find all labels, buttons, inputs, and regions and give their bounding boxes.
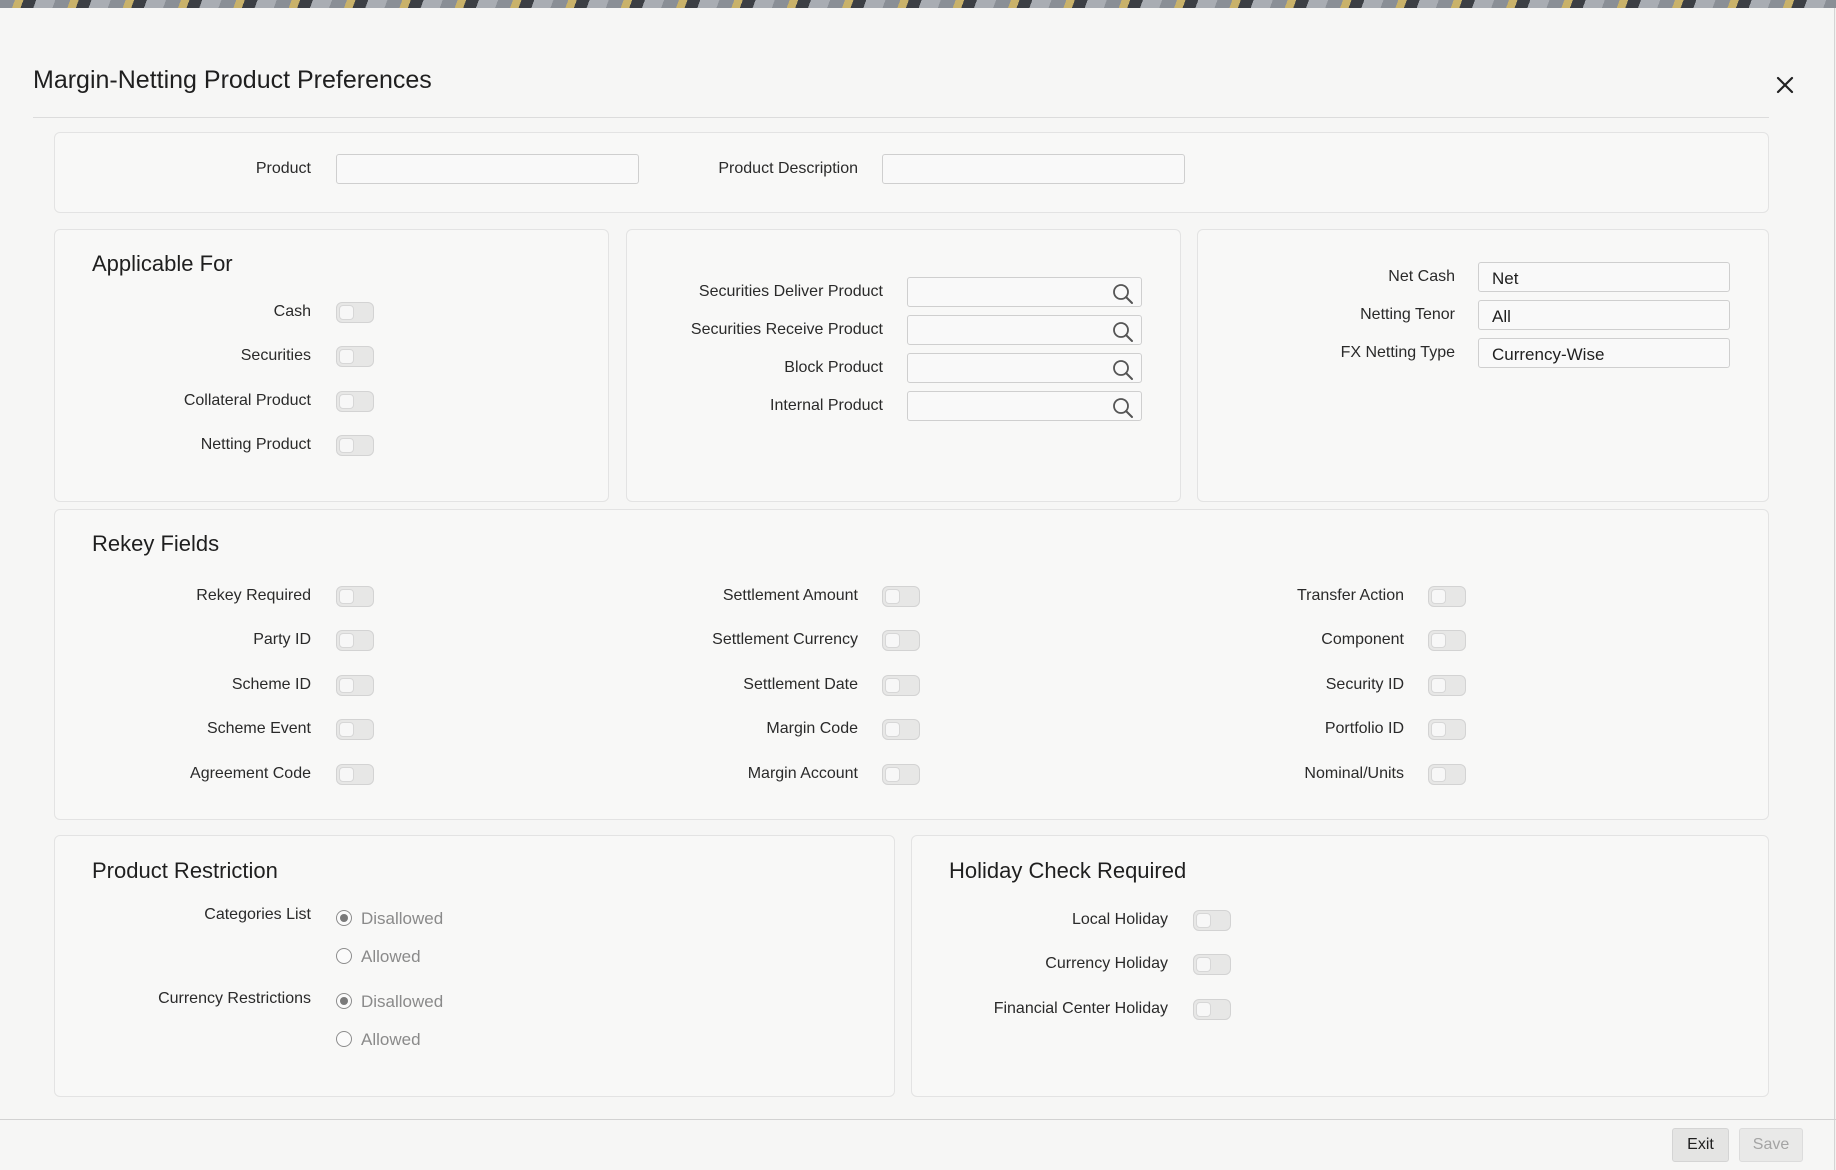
internal-product-input[interactable]: [907, 391, 1142, 421]
cash-label: Cash: [273, 303, 311, 320]
header-banner: [0, 0, 1836, 8]
currency-disallowed-radio[interactable]: [336, 993, 352, 1009]
fx-netting-type-select[interactable]: Currency-Wise: [1478, 338, 1730, 368]
fx-netting-type-label: FX Netting Type: [1340, 344, 1455, 361]
collateral-product-label: Collateral Product: [183, 392, 311, 409]
product-label: Product: [255, 160, 311, 177]
net-cash-label: Net Cash: [1388, 268, 1455, 285]
exit-button[interactable]: Exit: [1672, 1128, 1729, 1162]
transfer-action-toggle[interactable]: [1428, 586, 1466, 607]
scheme-event-toggle[interactable]: [336, 719, 374, 740]
netting-product-label: Netting Product: [200, 436, 311, 453]
rekey-required-toggle[interactable]: [336, 586, 374, 607]
applicable-for-title: Applicable For: [92, 251, 233, 276]
cash-toggle[interactable]: [336, 302, 374, 323]
categories-allowed-label: Allowed: [361, 947, 421, 966]
currency-holiday-toggle[interactable]: [1193, 954, 1231, 975]
component-toggle[interactable]: [1428, 630, 1466, 651]
title-divider: [33, 117, 1769, 118]
party-id-label: Party ID: [253, 631, 311, 648]
internal-product-label: Internal Product: [770, 397, 883, 414]
securities-deliver-product-input[interactable]: [907, 277, 1142, 307]
margin-code-toggle[interactable]: [882, 719, 920, 740]
footer-divider: [0, 1119, 1836, 1120]
product-restriction-title: Product Restriction: [92, 858, 278, 883]
transfer-action-label: Transfer Action: [1296, 587, 1404, 604]
net-cash-select[interactable]: Net: [1478, 262, 1730, 292]
financial-center-holiday-toggle[interactable]: [1193, 999, 1231, 1020]
block-product-input[interactable]: [907, 353, 1142, 383]
dialog-title: Margin-Netting Product Preferences: [33, 66, 432, 94]
netting-tenor-select[interactable]: All: [1478, 300, 1730, 330]
security-id-toggle[interactable]: [1428, 675, 1466, 696]
agreement-code-toggle[interactable]: [336, 764, 374, 785]
securities-receive-product-label: Securities Receive Product: [690, 321, 883, 338]
block-product-label: Block Product: [784, 359, 883, 376]
currency-disallowed-label: Disallowed: [361, 992, 444, 1011]
scheme-id-toggle[interactable]: [336, 675, 374, 696]
securities-receive-product-input[interactable]: [907, 315, 1142, 345]
categories-disallowed-label: Disallowed: [361, 909, 444, 928]
holiday-check-title: Holiday Check Required: [949, 858, 1187, 883]
nominal-units-label: Nominal/Units: [1304, 765, 1404, 782]
securities-label: Securities: [240, 347, 311, 364]
party-id-toggle[interactable]: [336, 630, 374, 651]
component-label: Component: [1321, 631, 1404, 648]
search-icon[interactable]: [1111, 282, 1135, 306]
netting-product-toggle[interactable]: [336, 435, 374, 456]
margin-account-label: Margin Account: [747, 765, 858, 782]
scheme-id-label: Scheme ID: [231, 676, 311, 693]
currency-allowed-radio[interactable]: [336, 1031, 352, 1047]
search-icon[interactable]: [1111, 358, 1135, 382]
product-description-label: Product Description: [718, 160, 858, 177]
rekey-fields-title: Rekey Fields: [92, 531, 220, 556]
financial-center-holiday-label: Financial Center Holiday: [993, 1000, 1168, 1017]
currency-allowed-label: Allowed: [361, 1030, 421, 1049]
local-holiday-label: Local Holiday: [1071, 911, 1168, 928]
categories-list-label: Categories List: [204, 906, 311, 923]
nominal-units-toggle[interactable]: [1428, 764, 1466, 785]
scheme-event-label: Scheme Event: [206, 720, 311, 737]
settlement-currency-toggle[interactable]: [882, 630, 920, 651]
collateral-product-toggle[interactable]: [336, 391, 374, 412]
settlement-date-toggle[interactable]: [882, 675, 920, 696]
search-icon[interactable]: [1111, 396, 1135, 420]
currency-holiday-label: Currency Holiday: [1045, 955, 1168, 972]
categories-disallowed-radio[interactable]: [336, 910, 352, 926]
settlement-amount-toggle[interactable]: [882, 586, 920, 607]
categories-allowed-radio[interactable]: [336, 948, 352, 964]
product-input[interactable]: [336, 154, 639, 184]
settlement-date-label: Settlement Date: [743, 676, 858, 693]
agreement-code-label: Agreement Code: [190, 765, 311, 782]
settlement-currency-label: Settlement Currency: [712, 631, 858, 648]
margin-code-label: Margin Code: [766, 720, 858, 737]
securities-toggle[interactable]: [336, 346, 374, 367]
security-id-label: Security ID: [1325, 676, 1404, 693]
close-icon[interactable]: [1770, 70, 1800, 100]
margin-account-toggle[interactable]: [882, 764, 920, 785]
currency-restrictions-label: Currency Restrictions: [158, 990, 311, 1007]
netting-tenor-label: Netting Tenor: [1360, 306, 1455, 323]
search-icon[interactable]: [1111, 320, 1135, 344]
local-holiday-toggle[interactable]: [1193, 910, 1231, 931]
portfolio-id-label: Portfolio ID: [1324, 720, 1404, 737]
product-description-input[interactable]: [882, 154, 1185, 184]
settlement-amount-label: Settlement Amount: [722, 587, 858, 604]
rekey-required-label: Rekey Required: [196, 587, 311, 604]
securities-deliver-product-label: Securities Deliver Product: [698, 283, 883, 300]
save-button[interactable]: Save: [1739, 1128, 1803, 1162]
portfolio-id-toggle[interactable]: [1428, 719, 1466, 740]
